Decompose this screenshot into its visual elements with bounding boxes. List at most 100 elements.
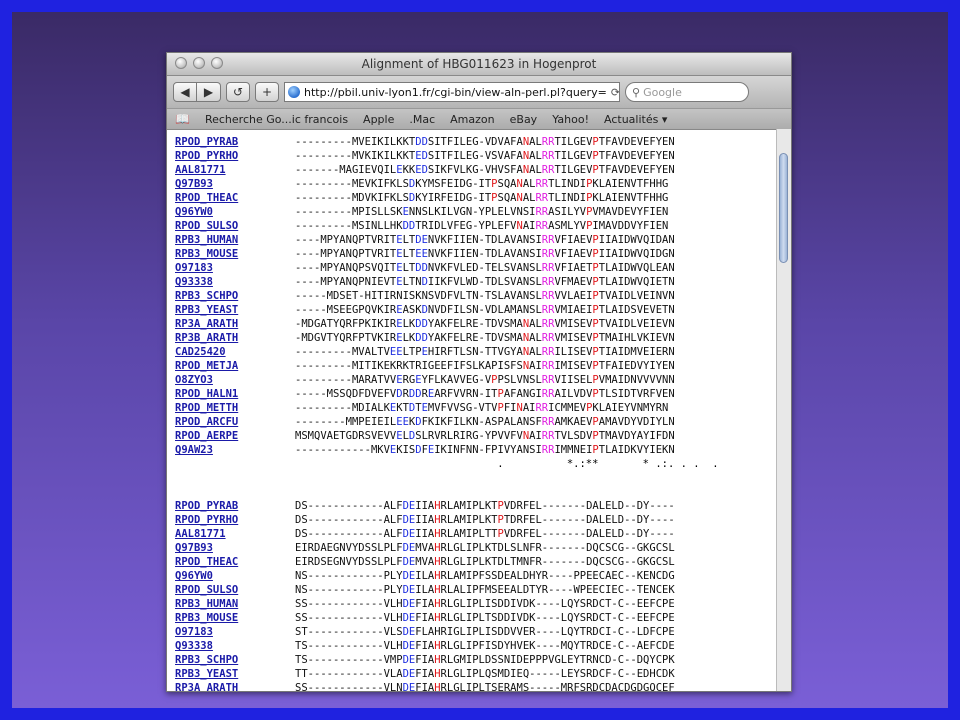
sequence-name-link[interactable]: Q9AW23 (175, 443, 295, 457)
sequence-name-link[interactable]: RPOD_HALN1 (175, 387, 295, 401)
sequence-name-link[interactable]: RPB3_SCHPO (175, 289, 295, 303)
sequence-residues: ---------MITIKEKRKTRIGEEFIFSLKAPISFSNAIR… (295, 360, 675, 372)
sequence-name-link[interactable]: RPB3_HUMAN (175, 597, 295, 611)
bookmark-item[interactable]: eBay (510, 113, 538, 126)
sequence-name-link[interactable]: RPB3_YEAST (175, 303, 295, 317)
reload-button[interactable]: ↺ (226, 82, 250, 102)
add-bookmark-button[interactable]: + (255, 82, 279, 102)
vertical-scrollbar[interactable] (776, 129, 791, 691)
alignment-row: RPOD_PYRHO ---------MVKIKILKKTEDSITFILEG-… (175, 149, 777, 163)
sequence-name-link[interactable]: Q96YW0 (175, 205, 295, 219)
sequence-name-link[interactable]: RPOD_PYRAB (175, 499, 295, 513)
alignment-row: Q97B93 ---------MEVKIFKLSDKYMSFEIDG-ITPSQ… (175, 177, 777, 191)
sequence-residues: ----MPYANQPSVQITELTDDNVKFVLED-TELSVANSLR… (295, 262, 675, 274)
alignment-row: Q96YW0 NS------------PLYDEILAHRLAMIPFSSDE… (175, 569, 777, 583)
back-button[interactable]: ◀ (173, 82, 197, 102)
snapback-icon[interactable]: ⟳ (607, 86, 619, 99)
sequence-name-link[interactable]: CAD25420 (175, 345, 295, 359)
sequence-name-link[interactable]: RPOD_PYRHO (175, 513, 295, 527)
sequence-residues: ----MPYANQPNIEVTELTNDIIKFVLWD-TDLSVANSLR… (295, 276, 675, 288)
bookmark-item[interactable]: Recherche Go...ic francois (205, 113, 348, 126)
slide-background: Alignment of HBG011623 in Hogenprot ◀ ▶ … (12, 12, 948, 708)
browser-toolbar: ◀ ▶ ↺ + http://pbil.univ-lyon1.fr/cgi-bi… (167, 76, 791, 108)
address-text: http://pbil.univ-lyon1.fr/cgi-bin/view-a… (304, 85, 607, 99)
sequence-name-link[interactable]: RPB3_HUMAN (175, 233, 295, 247)
sequence-name-link[interactable]: RPOD_PYRHO (175, 149, 295, 163)
back-icon: ◀ (180, 85, 190, 99)
bookmark-item[interactable]: Amazon (450, 113, 494, 126)
bookmark-item[interactable]: Yahoo! (552, 113, 589, 126)
alignment-row: RPOD_THEAC EIRDSEGNVYDSSLPLFDEMVAHRLGLIPL… (175, 555, 777, 569)
sequence-name-link[interactable]: Q97B93 (175, 177, 295, 191)
alignment-row: RP3A_ARATH -MDGATYQRFPKIKIRELKDDYAKFELRE-… (175, 317, 777, 331)
sequence-name-link[interactable]: RPOD_PYRAB (175, 135, 295, 149)
globe-icon (288, 86, 300, 98)
sequence-name-link[interactable]: RPOD_METJA (175, 359, 295, 373)
sequence-name-link[interactable]: AAL81771 (175, 527, 295, 541)
sequence-name-link[interactable]: RP3A_ARATH (175, 681, 295, 691)
sequence-name-link[interactable]: RPOD_ARCFU (175, 415, 295, 429)
sequence-name-link[interactable]: Q93338 (175, 639, 295, 653)
alignment-row: CAD25420 ---------MVALTVEELTPEHIRFTLSN-TT… (175, 345, 777, 359)
sequence-residues: MSMQVAETGDRSVEVVELDSLRVRLRIRG-YPVVFVNAIR… (295, 430, 675, 442)
sequence-residues: -----MSEEGPQVKIREASKDNVDFILSN-VDLAMANSLR… (295, 304, 675, 316)
bookmarks-book-icon[interactable]: 📖 (175, 112, 190, 126)
sequence-name-link[interactable]: O8ZYO3 (175, 373, 295, 387)
sequence-name-link[interactable]: RPB3_MOUSE (175, 247, 295, 261)
sequence-residues: ST------------VLSDEFLAHRIGLIPLISDDVVER--… (295, 626, 675, 638)
sequence-name-link[interactable]: RPB3_MOUSE (175, 611, 295, 625)
alignment-row: Q93338 ----MPYANQPNIEVTELTNDIIKFVLWD-TDLS… (175, 275, 777, 289)
sequence-name-link[interactable]: O97183 (175, 261, 295, 275)
sequence-name-link[interactable]: RPB3_YEAST (175, 667, 295, 681)
bookmarks-bar: 📖 Recherche Go...ic francois Apple .Mac Ama… (167, 108, 791, 130)
sequence-residues: ---------MSINLLHKDDTRIDLVFEG-YPLEFVNAIRR… (295, 220, 669, 232)
sequence-name-link[interactable]: AAL81771 (175, 163, 295, 177)
sequence-name-link[interactable]: RP3B_ARATH (175, 331, 295, 345)
search-field[interactable]: ⚲ Google (625, 82, 749, 102)
consensus-pad (175, 457, 295, 471)
bookmark-item[interactable]: .Mac (409, 113, 435, 126)
alignment-row: RP3A_ARATH SS------------VLNDEFIAHRLGLIPL… (175, 681, 777, 691)
forward-icon: ▶ (203, 85, 214, 99)
alignment-row: RPOD_METJA ---------MITIKEKRKTRIGEEFIFSLK… (175, 359, 777, 373)
sequence-residues: SS------------VLHDEFIAHRLGLIPLISDDIVDK--… (295, 598, 675, 610)
sequence-name-link[interactable]: RP3A_ARATH (175, 317, 295, 331)
sequence-name-link[interactable]: RPB3_SCHPO (175, 653, 295, 667)
sequence-name-link[interactable]: O97183 (175, 625, 295, 639)
sequence-residues: ---------MEVKIFKLSDKYMSFEIDG-ITPSQANALRR… (295, 178, 669, 190)
sequence-residues: ---------MVEIKILKKTDDSITFILEG-VDVAFANALR… (295, 136, 675, 148)
alignment-row: Q97B93 EIRDAEGNVYDSSLPLFDEMVAHRLGLIPLKTDL… (175, 541, 777, 555)
sequence-name-link[interactable]: RPOD_SULSO (175, 583, 295, 597)
alignment-row: RPOD_AERPE MSMQVAETGDRSVEVVELDSLRVRLRIRG-… (175, 429, 777, 443)
bookmark-item[interactable]: Actualités ▾ (604, 113, 667, 126)
alignment-row: O97183 ST------------VLSDEFLAHRIGLIPLISDD… (175, 625, 777, 639)
sequence-name-link[interactable]: RPOD_THEAC (175, 191, 295, 205)
sequence-name-link[interactable]: Q96YW0 (175, 569, 295, 583)
sequence-residues: ------------MKVEKISDFEIKINFNN-FPIVYANSIR… (295, 444, 675, 456)
scroll-thumb[interactable] (779, 153, 788, 263)
alignment-row: RPB3_MOUSE ----MPYANQPTVRITELTEENVKFIIEN-… (175, 247, 777, 261)
alignment-row: RPB3_HUMAN ----MPYANQPTVRITELTDENVKFIIEN-… (175, 233, 777, 247)
alignment-row: RPOD_SULSO ---------MSINLLHKDDTRIDLVFEG-Y… (175, 219, 777, 233)
alignment-row: RPOD_THEAC ---------MDVKIFKLSDKYIRFEIDG-I… (175, 191, 777, 205)
sequence-residues: -MDGATYQRFPKIKIRELKDDYAKFELRE-TDVSMANALR… (295, 318, 675, 330)
sequence-name-link[interactable]: RPOD_SULSO (175, 219, 295, 233)
alignment-row: RP3B_ARATH -MDGVTYQRFPTVKIRELKDDYAKFELRE-… (175, 331, 777, 345)
alignment-row: AAL81771 DS------------ALFDEIIAHRLAMIPLTT… (175, 527, 777, 541)
sequence-name-link[interactable]: RPOD_AERPE (175, 429, 295, 443)
sequence-residues: ---------MDIALKEKTDTEMVFVVSG-VTVPFINAIRR… (295, 402, 669, 414)
forward-button[interactable]: ▶ (197, 82, 221, 102)
sequence-name-link[interactable]: Q97B93 (175, 541, 295, 555)
sequence-name-link[interactable]: RPOD_METTH (175, 401, 295, 415)
alignment-content: RPOD_PYRAB ---------MVEIKILKKTDDSITFILEG-… (167, 129, 777, 691)
sequence-residues: ---------MDVKIFKLSDKYIRFEIDG-ITPSQANALRR… (295, 192, 669, 204)
alignment-row: RPOD_PYRAB DS------------ALFDEIIAHRLAMIPL… (175, 499, 777, 513)
address-bar[interactable]: http://pbil.univ-lyon1.fr/cgi-bin/view-a… (284, 82, 620, 102)
sequence-name-link[interactable]: RPOD_THEAC (175, 555, 295, 569)
alignment-row: RPOD_PYRAB ---------MVEIKILKKTDDSITFILEG-… (175, 135, 777, 149)
sequence-residues: ---------MARATVVERGEYFLKAVVEG-VPPSLVNSLR… (295, 374, 675, 386)
bookmark-item[interactable]: Apple (363, 113, 394, 126)
sequence-name-link[interactable]: Q93338 (175, 275, 295, 289)
sequence-residues: EIRDSEGNVYDSSLPLFDEMVAHRLGLIPLKTDLTMNFR-… (295, 556, 675, 568)
